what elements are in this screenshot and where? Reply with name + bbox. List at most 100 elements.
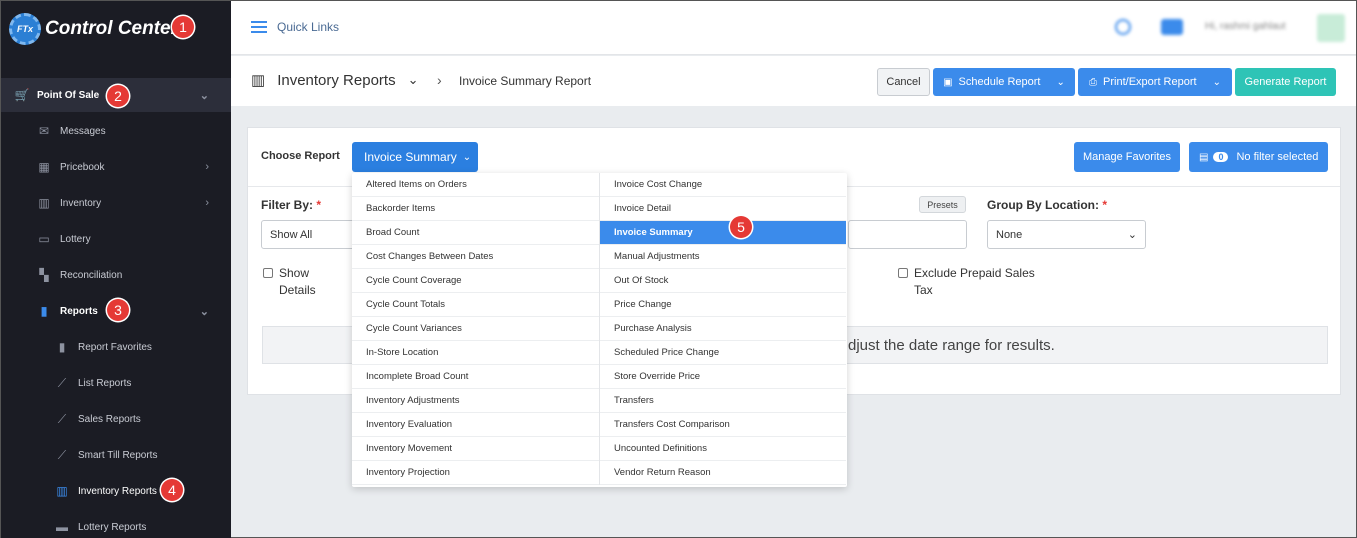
date-range-input[interactable] [848,220,967,249]
cancel-button[interactable]: Cancel [877,68,930,96]
exclude-prepaid-checkbox[interactable] [898,268,908,278]
dropdown-option-in-store-location[interactable]: In-Store Location [352,341,599,365]
callout-badge-4: 4 [161,479,183,501]
dropdown-option-transfers[interactable]: Transfers [600,389,846,413]
dropdown-option-invoice-detail[interactable]: Invoice Detail [600,197,846,221]
quick-links-label: Quick Links [277,20,340,34]
breadcrumb: Invoice Summary Report [459,74,592,88]
dropdown-option-incomplete-broad-count[interactable]: Incomplete Broad Count [352,365,599,389]
sidebar-item-lottery[interactable]: ▭ Lottery [1,222,231,256]
breadcrumb-chevron-icon: › [437,72,442,88]
sidebar-item-pricebook[interactable]: ▦ Pricebook › [1,150,231,184]
sidebar-item-inventory[interactable]: ▥ Inventory › [1,186,231,220]
dropdown-option-vendor-return-reason[interactable]: Vendor Return Reason [600,461,846,485]
sidebar-item-label: Lottery Reports [78,521,147,533]
show-details-line-2: Details [279,283,316,297]
factory-icon: ▥ [251,72,266,89]
sidebar-item-label: Point Of Sale [37,89,100,101]
filter-list-icon: ▤ [1199,151,1209,163]
show-details-line-1: Show [279,266,310,280]
dropdown-option-cycle-count-variances[interactable]: Cycle Count Variances [352,317,599,341]
group-by-value: None [996,228,1023,241]
dropdown-option-purchase-analysis[interactable]: Purchase Analysis [600,317,846,341]
sidebar-item-messages[interactable]: ✉ Messages [1,114,231,148]
notification-icon[interactable] [1161,19,1183,35]
page-title: Inventory Reports [277,71,396,89]
dropdown-option-store-override-price[interactable]: Store Override Price [600,365,846,389]
callout-badge-1: 1 [172,16,194,38]
section-selector[interactable]: ▥ Inventory Reports ⌄ [251,71,419,90]
chevron-right-icon: › [205,197,209,209]
dropdown-option-inventory-adjustments[interactable]: Inventory Adjustments [352,389,599,413]
sidebar-item-reconciliation[interactable]: ▚ Reconciliation [1,258,231,292]
quick-links-button[interactable]: Quick Links [251,20,339,34]
user-greeting[interactable]: Hi, rashmi gahlaut [1205,21,1286,32]
dropdown-option-price-change[interactable]: Price Change [600,293,846,317]
bookmark-icon: ▮ [58,340,66,354]
sidebar-item-report-favorites[interactable]: ▮ Report Favorites [1,330,231,364]
callout-badge-2: 2 [107,85,129,107]
dropdown-option-altered-items-on-orders[interactable]: Altered Items on Orders [352,173,599,197]
dropdown-option-inventory-projection[interactable]: Inventory Projection [352,461,599,485]
avatar[interactable] [1317,14,1345,42]
dropdown-option-cost-changes-between-dates[interactable]: Cost Changes Between Dates [352,245,599,269]
chevron-down-icon: ⌄ [1127,229,1137,241]
factory-icon: ▥ [38,196,50,210]
line-chart-icon: ⟋ [57,411,67,426]
line-chart-icon: ⟋ [57,375,67,390]
required-marker: * [1102,198,1108,212]
generate-report-button[interactable]: Generate Report [1235,68,1336,96]
callout-badge-3: 3 [107,299,129,321]
show-details-checkbox[interactable] [263,268,273,278]
sidebar-item-label: Lottery [60,233,91,245]
sidebar: FTx Control Center 1 🛒 Point Of Sale ⌄ 2… [1,1,231,538]
dropdown-option-backorder-items[interactable]: Backorder Items [352,197,599,221]
sidebar-item-label: Report Favorites [78,341,152,353]
schedule-report-label: Schedule Report [958,76,1041,88]
group-by-text: Group By Location: [987,198,1099,212]
dropdown-option-cycle-count-coverage[interactable]: Cycle Count Coverage [352,269,599,293]
dropdown-option-uncounted-definitions[interactable]: Uncounted Definitions [600,437,846,461]
dropdown-option-transfers-cost-comparison[interactable]: Transfers Cost Comparison [600,413,846,437]
filter-by-select[interactable]: Show All [261,220,361,249]
dropdown-option-inventory-evaluation[interactable]: Inventory Evaluation [352,413,599,437]
dropdown-option-cycle-count-totals[interactable]: Cycle Count Totals [352,293,599,317]
exclude-line-2: Tax [914,283,933,297]
app-logo[interactable]: FTx Control Center [1,1,231,57]
dropdown-option-out-of-stock[interactable]: Out Of Stock [600,269,846,293]
filter-by-label: Filter By: * [261,198,321,212]
choose-report-dropdown[interactable]: Invoice Summary ⌄ [352,142,478,172]
sidebar-item-label: Smart Till Reports [78,449,158,461]
filter-button[interactable]: ▤ 0 No filter selected [1189,142,1328,172]
sidebar-item-inventory-reports[interactable]: ▥ Inventory Reports [1,474,231,508]
sidebar-item-label: Reports [60,305,98,317]
sidebar-item-list-reports[interactable]: ⟋ List Reports [1,366,231,400]
manage-favorites-button[interactable]: Manage Favorites [1074,142,1180,172]
chevron-down-icon: ⌄ [407,72,419,87]
sidebar-item-label: Sales Reports [78,413,141,425]
choose-report-value: Invoice Summary [364,150,457,164]
cart-icon: 🛒 [14,88,30,102]
chevron-down-icon: ⌄ [462,151,472,163]
page-header: ▥ Inventory Reports ⌄ › Invoice Summary … [231,56,1356,106]
sidebar-item-label: Pricebook [60,161,105,173]
dropdown-option-manual-adjustments[interactable]: Manual Adjustments [600,245,846,269]
sidebar-item-smart-till-reports[interactable]: ⟋ Smart Till Reports [1,438,231,472]
group-by-select[interactable]: None ⌄ [987,220,1146,249]
chevron-down-icon: ⌄ [1212,76,1221,88]
dropdown-option-invoice-cost-change[interactable]: Invoice Cost Change [600,173,846,197]
print-export-button[interactable]: ⎙ Print/Export Report ⌄ [1078,68,1232,96]
dropdown-option-scheduled-price-change[interactable]: Scheduled Price Change [600,341,846,365]
dropdown-option-broad-count[interactable]: Broad Count [352,221,599,245]
bar-chart-icon: ▮ [40,304,48,318]
presets-button[interactable]: Presets [919,196,966,213]
sidebar-item-sales-reports[interactable]: ⟋ Sales Reports [1,402,231,436]
sidebar-item-lottery-reports[interactable]: ▬ Lottery Reports [1,510,231,538]
dropdown-option-invoice-summary[interactable]: Invoice Summary [600,221,846,245]
info-message-text: djust the date range for results. [848,336,1055,354]
dropdown-option-inventory-movement[interactable]: Inventory Movement [352,437,599,461]
schedule-report-button[interactable]: ▣ Schedule Report ⌄ [933,68,1075,96]
line-chart-icon: ⟋ [57,447,67,462]
help-icon[interactable] [1115,19,1131,35]
chevron-right-icon: › [205,161,209,173]
